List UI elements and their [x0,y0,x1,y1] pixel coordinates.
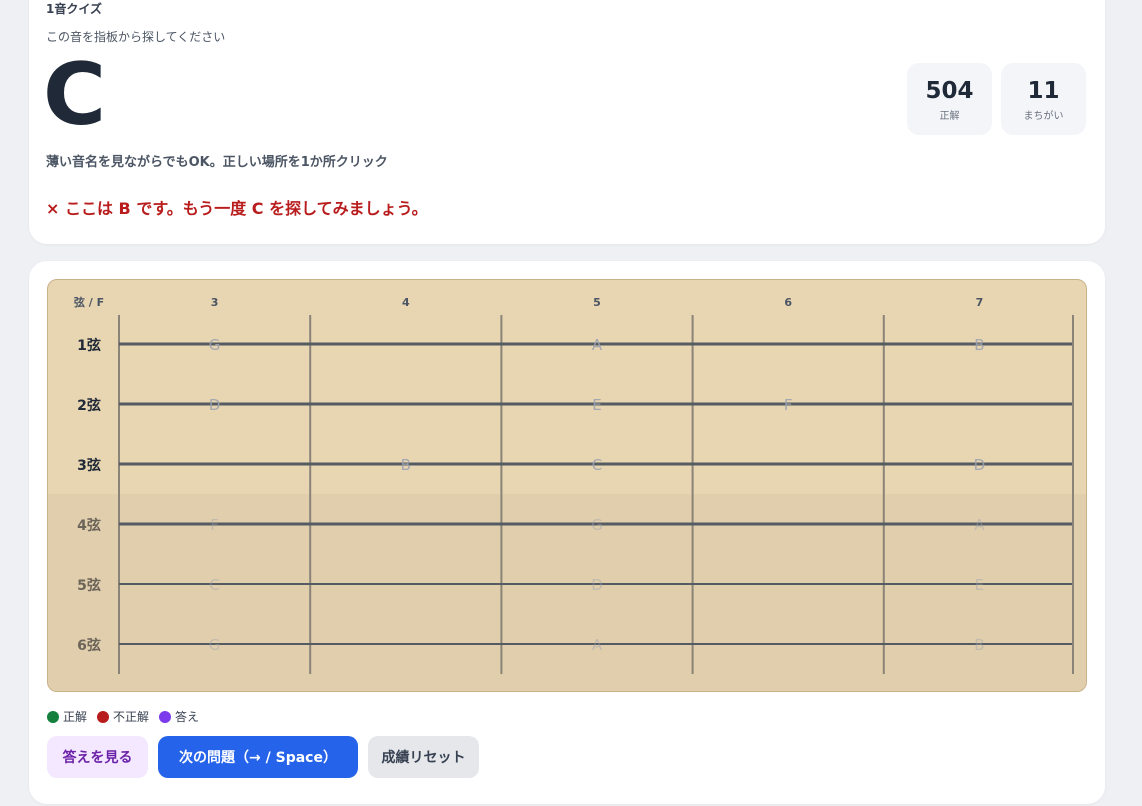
legend: 正解 不正解 答え [47,708,209,725]
fret-number-label: 6 [784,296,792,309]
quiz-prompt: この音を指板から探してください [46,30,226,44]
fret-number-label: 7 [976,296,984,309]
fret-number-label: 4 [402,296,410,309]
note-name: A [592,636,603,654]
fret-cell[interactable] [695,496,882,552]
mode-label: 1音クイズ [46,2,102,16]
note-name: C [209,576,219,594]
fret-cell[interactable] [695,436,882,492]
quiz-hint: 薄い音名を見ながらでもOK。正しい場所を1か所クリック [46,155,388,170]
string-label: 3弦 [77,457,101,474]
string-label: 5弦 [77,577,101,594]
legend-dot-icon [159,711,172,723]
legend-dot-icon [97,711,110,723]
stat-wrong: 11 まちがい [1001,63,1086,135]
fretboard[interactable]: 弦 / F 3 4 5 6 7 1弦 2弦 3弦 4弦 5弦 6弦 G A B D E F B C D F G A C D E G A B [47,279,1087,692]
note-name: A [592,336,603,354]
string-label: 2弦 [77,397,101,414]
note-name: G [209,636,221,654]
note-name: C [592,456,602,474]
legend-label: 正解 [63,710,88,724]
note-name: B [974,636,984,654]
note-name: A [974,516,985,534]
fret-cell[interactable] [312,616,499,672]
fret-cell[interactable] [312,316,499,372]
legend-label: 答え [175,710,200,724]
note-name: D [974,456,986,474]
wrong-count: 11 [1027,78,1060,104]
fretboard-canvas[interactable]: 弦 / F 3 4 5 6 7 1弦 2弦 3弦 4弦 5弦 6弦 G A B D E F B C D F G A C D E G A B [48,280,1086,691]
correct-label: 正解 [939,111,960,122]
note-name: G [591,516,603,534]
fret-cell[interactable] [312,556,499,612]
fret-cell[interactable] [886,376,1073,432]
note-name: F [784,396,793,414]
quiz-card: 1音クイズ この音を指板から探してください C 薄い音名を見ながらでもOK。正し… [29,0,1105,244]
fret-cell[interactable] [121,436,308,492]
fret-cell[interactable] [312,496,499,552]
correct-count: 504 [925,78,974,104]
note-name: G [209,336,221,354]
target-note: C [43,45,107,145]
note-name: D [209,396,221,414]
note-name: B [974,336,984,354]
next-question-button[interactable]: 次の問題（→ / Space） [158,736,358,778]
wrong-label: まちがい [1023,111,1064,122]
legend-item: 不正解 [97,708,149,725]
feedback-message: × ここは B です。もう一度 C を探してみましょう。 [46,199,428,218]
legend-label: 不正解 [113,710,150,724]
string-label: 1弦 [77,337,101,354]
fret-cell[interactable] [695,616,882,672]
note-name: B [401,456,411,474]
string-label: 6弦 [77,637,101,654]
legend-dot-icon [47,711,59,723]
reset-score-button[interactable]: 成績リセット [368,736,479,778]
note-name: D [591,576,603,594]
legend-item: 答え [159,708,199,725]
note-name: F [210,516,219,534]
fret-header-corner: 弦 / F [74,295,104,309]
show-answer-button[interactable]: 答えを見る [47,736,148,778]
fret-cell[interactable] [695,316,882,372]
note-name: E [592,396,601,414]
fret-number-label: 5 [593,296,601,309]
string-label: 4弦 [77,517,101,534]
fret-cell[interactable] [695,556,882,612]
stat-correct: 504 正解 [907,63,992,135]
fret-number-label: 3 [211,296,219,309]
fret-cell[interactable] [312,376,499,432]
note-name: E [975,576,984,594]
legend-item: 正解 [47,708,87,725]
fretboard-card: 弦 / F 3 4 5 6 7 1弦 2弦 3弦 4弦 5弦 6弦 G A B D E F B C D F G A C D E G A B… [29,261,1105,804]
